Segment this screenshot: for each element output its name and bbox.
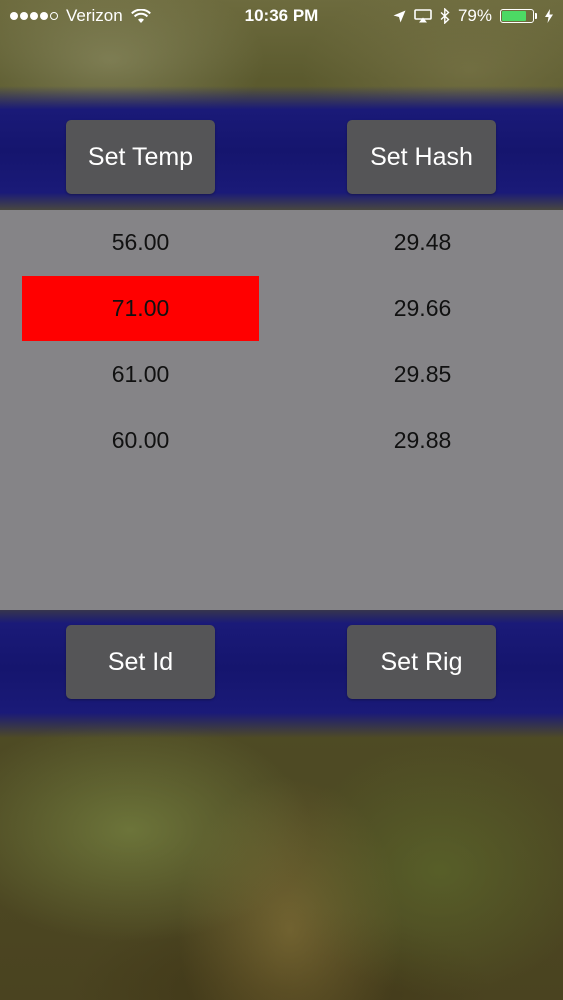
airplay-icon (414, 9, 432, 23)
set-rig-button[interactable]: Set Rig (347, 625, 496, 699)
battery-percent: 79% (457, 6, 492, 25)
set-temp-button[interactable]: Set Temp (66, 120, 215, 194)
battery-tip (535, 13, 537, 19)
temp-cell[interactable]: 71.00 (22, 276, 259, 341)
battery-icon (500, 9, 537, 23)
status-right: 79% (385, 6, 553, 26)
set-id-button[interactable]: Set Id (66, 625, 215, 699)
hash-cell[interactable]: 29.66 (304, 276, 541, 341)
hash-cell[interactable]: 29.88 (304, 408, 541, 473)
charging-bolt-icon (545, 9, 553, 23)
battery-body (500, 9, 534, 23)
temp-cell[interactable]: 61.00 (22, 342, 259, 407)
location-arrow-icon (393, 10, 406, 23)
battery-fill (502, 11, 526, 21)
status-bar: Verizon 10:36 PM 79% (0, 0, 563, 32)
bluetooth-icon (440, 8, 450, 24)
set-hash-button[interactable]: Set Hash (347, 120, 496, 194)
temp-cell[interactable]: 60.00 (22, 408, 259, 473)
hash-cell[interactable]: 29.85 (304, 342, 541, 407)
hash-cell[interactable]: 29.48 (304, 210, 541, 275)
readings-table: 56.00 29.48 71.00 29.66 61.00 29.85 60.0… (0, 210, 563, 610)
temp-cell[interactable]: 56.00 (22, 210, 259, 275)
